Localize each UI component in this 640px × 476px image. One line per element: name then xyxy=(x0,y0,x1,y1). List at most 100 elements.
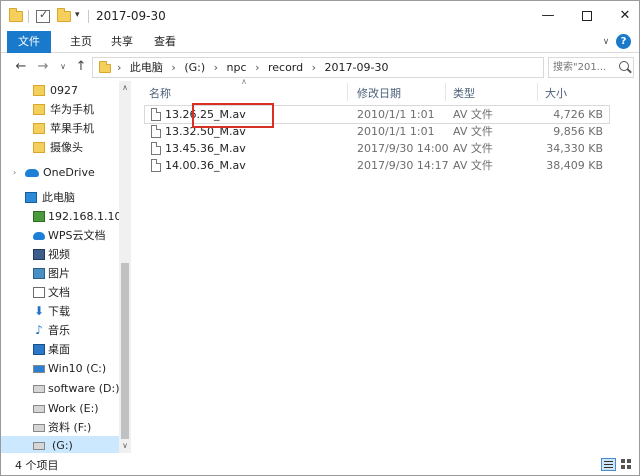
sidebar-item-label: OneDrive xyxy=(43,166,95,179)
file-name: 13.45.36_M.av xyxy=(165,142,246,155)
music-folder-icon: ♪ xyxy=(35,323,43,337)
column-divider[interactable] xyxy=(537,83,538,101)
item-count: 4 个项目 xyxy=(15,459,59,472)
folder-icon xyxy=(33,123,45,134)
file-size: 38,409 KB xyxy=(546,159,603,172)
column-header-name[interactable]: 名称 xyxy=(149,85,171,101)
sidebar-item-huawei-phone[interactable]: 华为手机 xyxy=(1,100,119,119)
expand-arrow-icon[interactable]: › xyxy=(13,163,16,182)
file-icon xyxy=(151,125,161,138)
navigation-bar: ← → ∨ ↑ › 此电脑 › (G:) › npc › record › 20… xyxy=(1,54,639,80)
scroll-up-arrow-icon[interactable]: ∧ xyxy=(119,81,131,95)
sidebar-item-label: 192.168.1.10 xyxy=(48,210,122,223)
window-title: 2017-09-30 xyxy=(96,9,166,23)
sidebar-item-network-drive[interactable]: 192.168.1.10 xyxy=(1,207,122,226)
file-date: 2017/9/30 14:00 xyxy=(357,142,449,155)
sidebar-item-drive-g[interactable]: (G:) xyxy=(1,436,119,453)
search-box[interactable] xyxy=(548,57,634,78)
sidebar-item-pictures[interactable]: 图片 xyxy=(1,264,119,283)
column-divider[interactable] xyxy=(445,83,446,101)
sidebar-item-drive-e[interactable]: Work (E:) xyxy=(1,399,119,418)
file-list: ∧ 名称 修改日期 类型 大小 13.26.25_M.av 2010/1/1 1… xyxy=(141,77,637,453)
divider xyxy=(88,10,89,23)
search-input[interactable] xyxy=(553,60,617,75)
help-icon[interactable]: ? xyxy=(616,34,631,49)
breadcrumb-item-g-drive[interactable]: (G:) xyxy=(184,61,205,74)
breadcrumb-separator[interactable]: › xyxy=(214,61,218,74)
sidebar-item-0927[interactable]: 0927 xyxy=(1,81,119,100)
breadcrumb-separator[interactable]: › xyxy=(171,61,175,74)
new-folder-icon[interactable] xyxy=(57,8,71,22)
sidebar-item-camera[interactable]: 摄像头 xyxy=(1,138,119,157)
explorer-window: ▾ 2017-09-30 — ✕ 文件 主页 共享 查看 ∨ ? ← → ∨ ↑… xyxy=(0,0,640,476)
sidebar-item-downloads[interactable]: ⬇ 下载 xyxy=(1,302,119,321)
sidebar-item-label: 图片 xyxy=(48,267,70,280)
breadcrumb-separator[interactable]: › xyxy=(312,61,316,74)
up-button[interactable]: ↑ xyxy=(73,59,89,75)
breadcrumb-item-this-pc[interactable]: 此电脑 xyxy=(130,61,163,74)
breadcrumb-separator[interactable]: › xyxy=(255,61,259,74)
sidebar-item-music[interactable]: ♪ 音乐 xyxy=(1,321,119,340)
sidebar-item-label: 0927 xyxy=(50,84,78,97)
sidebar-item-label: 视频 xyxy=(48,248,70,261)
folder-icon xyxy=(33,104,45,115)
details-view-icon[interactable] xyxy=(601,458,616,471)
sidebar-item-drive-c[interactable]: Win10 (C:) xyxy=(1,359,119,378)
close-button[interactable]: ✕ xyxy=(602,1,640,31)
file-row[interactable]: 13.45.36_M.av 2017/9/30 14:00 AV 文件 34,3… xyxy=(145,140,609,157)
drive-icon xyxy=(33,405,45,413)
column-header-type[interactable]: 类型 xyxy=(453,85,475,101)
sidebar-item-label: 苹果手机 xyxy=(50,122,94,135)
properties-icon[interactable] xyxy=(36,8,50,23)
search-icon[interactable] xyxy=(619,61,629,71)
expand-ribbon-chevron-icon[interactable]: ∨ xyxy=(599,35,613,49)
tab-file[interactable]: 文件 xyxy=(7,31,51,53)
sidebar-item-videos[interactable]: 视频 xyxy=(1,245,119,264)
column-header-size[interactable]: 大小 xyxy=(545,85,567,101)
sidebar-item-label: 音乐 xyxy=(48,324,70,337)
large-icons-view-icon[interactable] xyxy=(620,458,633,471)
sidebar-item-drive-d[interactable]: software (D:) xyxy=(1,379,120,398)
drive-icon xyxy=(33,424,45,432)
file-type: AV 文件 xyxy=(453,159,493,172)
address-bar[interactable]: › 此电脑 › (G:) › npc › record › 2017-09-30… xyxy=(92,57,627,78)
sidebar-item-onedrive[interactable]: › OneDrive xyxy=(1,163,119,182)
tab-view[interactable]: 查看 xyxy=(141,31,189,53)
scroll-down-arrow-icon[interactable]: ∨ xyxy=(119,439,131,453)
back-button[interactable]: ← xyxy=(13,59,29,75)
sidebar-item-this-pc[interactable]: 此电脑 xyxy=(1,188,119,207)
file-size: 9,856 KB xyxy=(553,125,603,138)
breadcrumb-item-2017-09-30[interactable]: 2017-09-30 xyxy=(325,61,389,74)
sidebar-item-wps-cloud[interactable]: WPS云文档 xyxy=(1,226,119,245)
breadcrumb-separator: › xyxy=(117,61,122,74)
documents-folder-icon xyxy=(33,287,45,298)
column-header-date[interactable]: 修改日期 xyxy=(357,85,401,101)
sidebar-item-documents[interactable]: 文档 xyxy=(1,283,119,302)
desktop-folder-icon xyxy=(33,344,45,355)
downloads-folder-icon: ⬇ xyxy=(33,304,45,318)
column-divider[interactable] xyxy=(347,83,348,101)
folder-icon xyxy=(33,142,45,153)
navigation-pane-scrollbar[interactable]: ∧ ∨ xyxy=(119,81,131,453)
forward-button[interactable]: → xyxy=(35,59,51,75)
file-icon xyxy=(151,142,161,155)
file-size: 4,726 KB xyxy=(553,108,603,121)
sidebar-item-label: 文档 xyxy=(48,286,70,299)
drive-icon xyxy=(33,385,45,393)
customize-quick-access-dropdown[interactable]: ▾ xyxy=(75,9,85,21)
sidebar-item-label: Work (E:) xyxy=(48,402,99,415)
status-bar: 4 个项目 xyxy=(1,453,639,475)
file-row[interactable]: 14.00.36_M.av 2017/9/30 14:17 AV 文件 38,4… xyxy=(145,157,609,174)
breadcrumb-item-record[interactable]: record xyxy=(268,61,303,74)
sidebar-item-desktop[interactable]: 桌面 xyxy=(1,340,119,359)
sort-ascending-icon: ∧ xyxy=(241,77,247,86)
sidebar-item-drive-f[interactable]: 资料 (F:) xyxy=(1,418,119,437)
tab-share[interactable]: 共享 xyxy=(98,31,146,53)
maximize-icon xyxy=(582,11,592,21)
recent-locations-dropdown[interactable]: ∨ xyxy=(55,59,71,75)
annotation-highlight-box xyxy=(192,103,274,128)
breadcrumb-item-npc[interactable]: npc xyxy=(227,61,247,74)
sidebar-item-apple-phone[interactable]: 苹果手机 xyxy=(1,119,119,138)
scrollbar-thumb[interactable] xyxy=(121,263,129,439)
cloud-docs-icon xyxy=(33,232,45,240)
